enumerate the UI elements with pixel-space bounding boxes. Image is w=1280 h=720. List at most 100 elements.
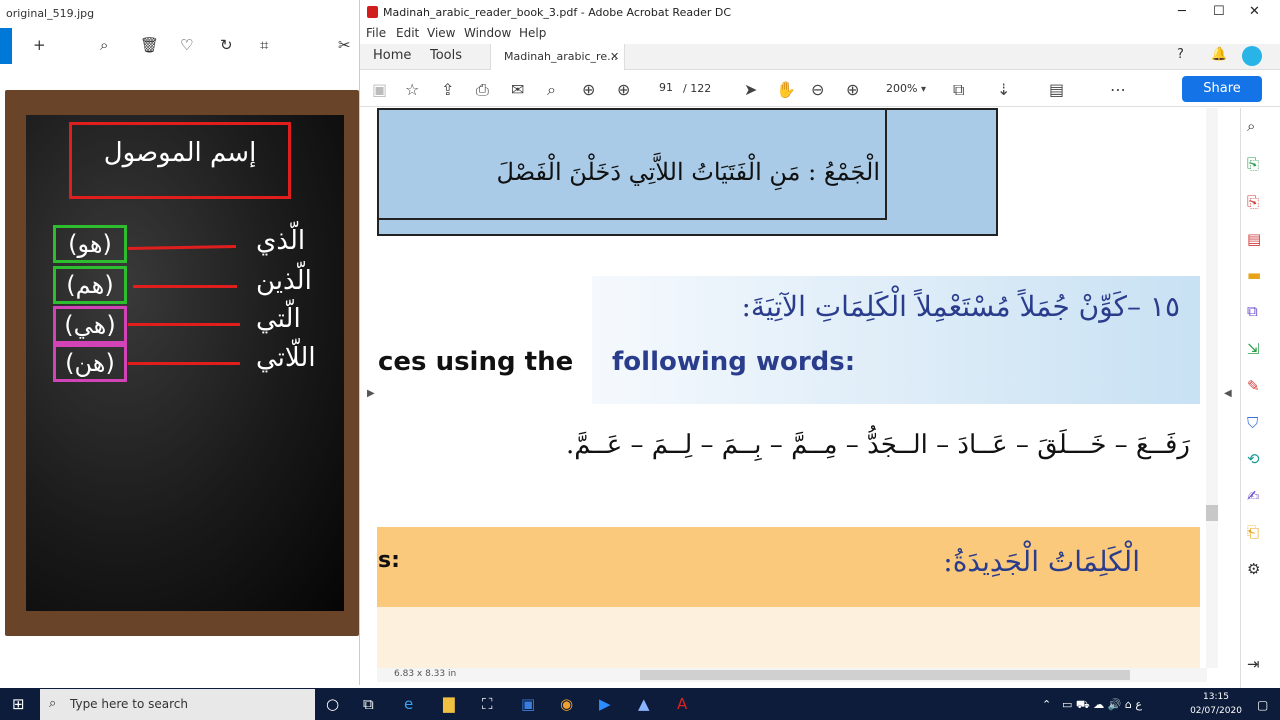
minimize-button[interactable]: ─ <box>1178 4 1186 19</box>
windows-start-icon[interactable]: ⊞ <box>12 695 25 713</box>
avatar[interactable] <box>1242 46 1262 66</box>
combine-files-icon[interactable]: ⧉ <box>1247 302 1258 320</box>
zoom-icon[interactable]: ⌕ <box>1247 117 1255 135</box>
tab-close-icon[interactable]: ✕ <box>610 50 619 63</box>
send-for-review-icon[interactable]: ⎗ <box>1247 523 1259 541</box>
exercise-heading-arabic: ١٥ –كَوِّنْ جُمَلاً مُسْتَعْمِلاً الْكَل… <box>741 290 1180 323</box>
right-panel-toggle-icon[interactable]: ◀ <box>1224 388 1232 399</box>
store-icon[interactable]: ⛶ <box>482 695 493 713</box>
vertical-scrollbar[interactable] <box>1206 108 1218 668</box>
window-title: Madinah_arabic_reader_book_3.pdf - Adobe… <box>383 6 732 19</box>
tab-tools[interactable]: Tools <box>430 48 462 63</box>
tools-pane <box>1240 108 1280 688</box>
hand-tool-icon[interactable]: ✋ <box>776 80 796 99</box>
menu-edit[interactable]: Edit <box>396 26 419 40</box>
export-pdf-icon[interactable]: ⎘ <box>1247 155 1259 173</box>
tray-chevron-icon[interactable]: ⌃ <box>1042 698 1051 711</box>
zoom-out-icon[interactable]: ⊖ <box>811 80 824 99</box>
relative-pronoun: اللّاتي <box>256 343 316 373</box>
vocab-heading-arabic: الْكَلِمَاتُ الْجَدِيدَةُ: <box>943 545 1140 578</box>
sign-icon[interactable]: ✍ <box>1247 487 1260 505</box>
task-view-icon[interactable]: ⧉ <box>363 695 374 713</box>
page-number-input[interactable]: 91 <box>651 81 681 99</box>
chrome-icon[interactable]: ◉ <box>560 695 573 713</box>
viewer-title: original_519.jpg <box>6 7 95 20</box>
chevron-down-icon[interactable]: ▾ <box>921 84 926 95</box>
print-icon[interactable]: ⎙ <box>476 80 489 100</box>
zoom-app-icon[interactable]: ▶ <box>599 695 611 713</box>
page-total: / 122 <box>683 82 712 95</box>
rotate-icon[interactable]: ↻ <box>220 36 233 54</box>
edge-icon[interactable]: e <box>404 695 413 713</box>
scroll-mode-icon[interactable]: ⇣ <box>997 80 1010 99</box>
tray-icons[interactable]: ▭ ⛟ ☁ 🔊 ⌂ ع <box>1062 698 1142 713</box>
tab-home[interactable]: Home <box>373 48 411 63</box>
scrollbar-thumb[interactable] <box>1206 505 1218 521</box>
connector-line <box>128 323 240 326</box>
delete-icon[interactable]: 🗑 <box>140 36 159 54</box>
menu-help[interactable]: Help <box>519 26 546 40</box>
menu-view[interactable]: View <box>427 26 455 40</box>
search-placeholder: Type here to search <box>70 697 188 711</box>
fill-sign-icon[interactable]: ✎ <box>1247 377 1260 395</box>
compress-icon[interactable]: ⇲ <box>1247 340 1260 358</box>
help-icon[interactable]: ? <box>1177 47 1184 62</box>
connector-line <box>128 362 240 365</box>
save-icon[interactable]: ▣ <box>372 80 387 99</box>
maximize-button[interactable]: ☐ <box>1213 4 1225 19</box>
organize-pages-icon[interactable]: ▤ <box>1247 230 1261 248</box>
clock[interactable]: 13:15 02/07/2020 <box>1186 690 1246 718</box>
more-icon[interactable]: ⋯ <box>1110 80 1126 99</box>
clock-date: 02/07/2020 <box>1190 706 1242 716</box>
bell-icon[interactable]: 🔔 <box>1211 47 1227 62</box>
relative-pronoun: الّذين <box>256 266 312 296</box>
left-panel-toggle-icon[interactable]: ▶ <box>367 388 375 399</box>
add-icon[interactable]: + <box>33 36 46 54</box>
menu-file[interactable]: File <box>366 26 386 40</box>
exercise-word-list: رَفَــعَ – خَـــلَقَ – عَــادَ – الــجَد… <box>565 430 1190 460</box>
zoom-icon[interactable]: ⌕ <box>100 36 108 54</box>
viewer-accent-bar <box>0 28 12 64</box>
cortana-icon[interactable]: ○ <box>326 695 339 713</box>
comment-icon[interactable]: ▤ <box>1049 80 1064 99</box>
bookmark-star-icon[interactable]: ☆ <box>405 80 419 99</box>
collapse-pane-icon[interactable]: ⇥ <box>1247 655 1260 673</box>
more-tools-icon[interactable]: ⚙ <box>1247 560 1260 578</box>
menu-window[interactable]: Window <box>464 26 511 40</box>
share-button[interactable]: Share <box>1182 76 1262 102</box>
select-cursor-icon[interactable]: ➤ <box>744 80 757 99</box>
page-down-icon[interactable]: ⊕ <box>617 80 630 99</box>
acrobat-icon[interactable]: A <box>677 695 687 713</box>
app-icon[interactable]: ▣ <box>521 695 535 713</box>
relative-pronoun: الّذي <box>256 226 306 256</box>
hscroll-thumb[interactable] <box>640 670 1130 680</box>
page-up-icon[interactable]: ⊕ <box>582 80 595 99</box>
clock-time: 13:15 <box>1203 692 1229 702</box>
create-pdf-icon[interactable]: ⎘ <box>1247 193 1259 211</box>
search-icon[interactable]: ⌕ <box>547 80 556 100</box>
upload-icon[interactable]: ⇪ <box>441 80 454 99</box>
board-title: إسم الموصول <box>103 138 257 168</box>
connector-line <box>133 285 237 288</box>
enhance-scan-icon[interactable]: ⟲ <box>1247 450 1260 468</box>
zoom-in-icon[interactable]: ⊕ <box>846 80 859 99</box>
protect-icon[interactable]: ⛉ <box>1247 414 1258 432</box>
pdf-icon <box>367 6 378 18</box>
edit-icon[interactable]: ✂ <box>338 36 351 54</box>
vocab-heading-english: s: <box>378 548 400 573</box>
file-explorer-icon[interactable]: ▇ <box>443 695 455 713</box>
relative-pronoun: الّتي <box>256 304 301 334</box>
exercise-heading-english: ces using the <box>378 347 574 377</box>
photos-icon[interactable]: ▲ <box>638 695 650 713</box>
tab-document-label: Madinah_arabic_re... <box>504 50 618 63</box>
email-icon[interactable]: ✉ <box>511 80 524 99</box>
exercise-heading-english-2: following words: <box>612 347 856 377</box>
heart-icon[interactable]: ♡ <box>180 36 193 54</box>
pronoun-box: (هن) <box>53 344 127 382</box>
notifications-icon[interactable]: ▢ <box>1257 698 1268 712</box>
crop-icon[interactable]: ⌗ <box>260 36 268 54</box>
zoom-level[interactable]: 200% <box>886 82 917 95</box>
close-button[interactable]: ✕ <box>1249 4 1260 19</box>
comment-tool-icon[interactable]: ▬ <box>1247 266 1261 284</box>
page-fit-icon[interactable]: ⧉ <box>953 80 964 100</box>
